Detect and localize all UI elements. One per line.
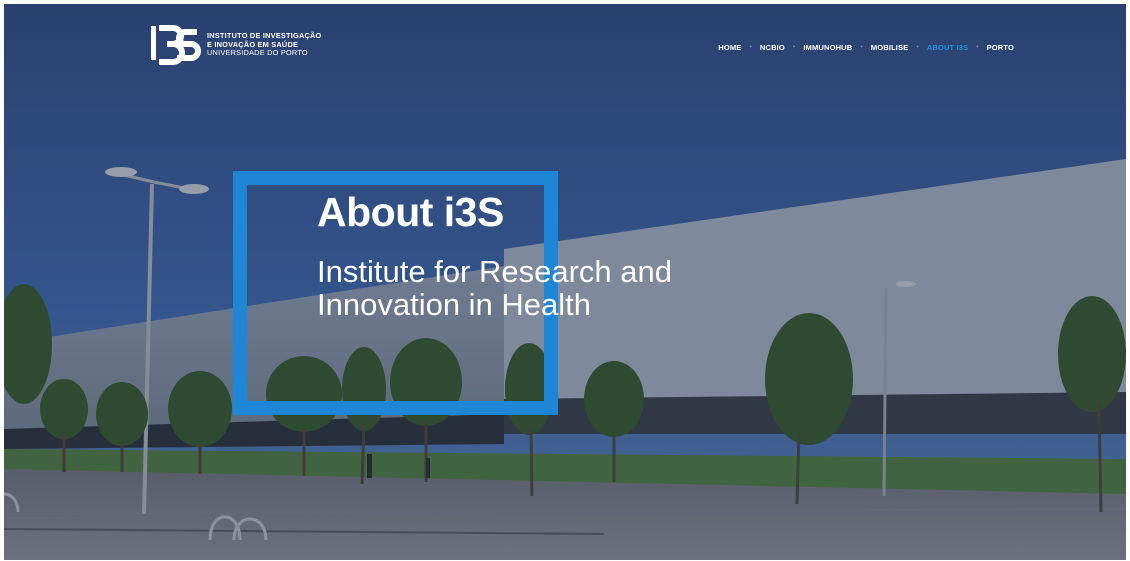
page-subtitle: Institute for Research and Innovation in… (317, 255, 672, 321)
nav-separator: • (916, 44, 919, 51)
subtitle-line-2: Innovation in Health (317, 287, 592, 322)
page-title: About i3S (317, 189, 504, 235)
hero-section: INSTITUTO DE INVESTIGAÇÃO E INOVAÇÃO EM … (4, 4, 1126, 560)
logo-text: INSTITUTO DE INVESTIGAÇÃO E INOVAÇÃO EM … (207, 31, 322, 58)
nav-separator: • (792, 44, 796, 51)
nav-item-ncbio[interactable]: NCBIO (760, 43, 785, 52)
i3s-logo[interactable]: INSTITUTO DE INVESTIGAÇÃO E INOVAÇÃO EM … (151, 24, 322, 66)
nav-item-about-i3s[interactable]: ABOUT I3S (927, 43, 968, 52)
nav-item-home[interactable]: HOME (718, 43, 741, 52)
subtitle-line-1: Institute for Research and (317, 254, 672, 289)
nav-separator: • (749, 44, 752, 51)
nav-item-mobilise[interactable]: MOBILISE (871, 43, 909, 52)
nav-separator: • (976, 44, 979, 51)
logo-line-3: UNIVERSIDADE DO PORTO (207, 48, 308, 58)
nav-item-porto[interactable]: PORTO (987, 43, 1014, 52)
i3s-logo-mark-icon (151, 25, 201, 65)
nav-separator: • (860, 44, 863, 51)
nav-item-immunohub[interactable]: IMMUNOHUB (803, 43, 852, 52)
main-navigation: HOME • NCBIO • IMMUNOHUB • MOBILISE • AB… (718, 43, 1014, 52)
